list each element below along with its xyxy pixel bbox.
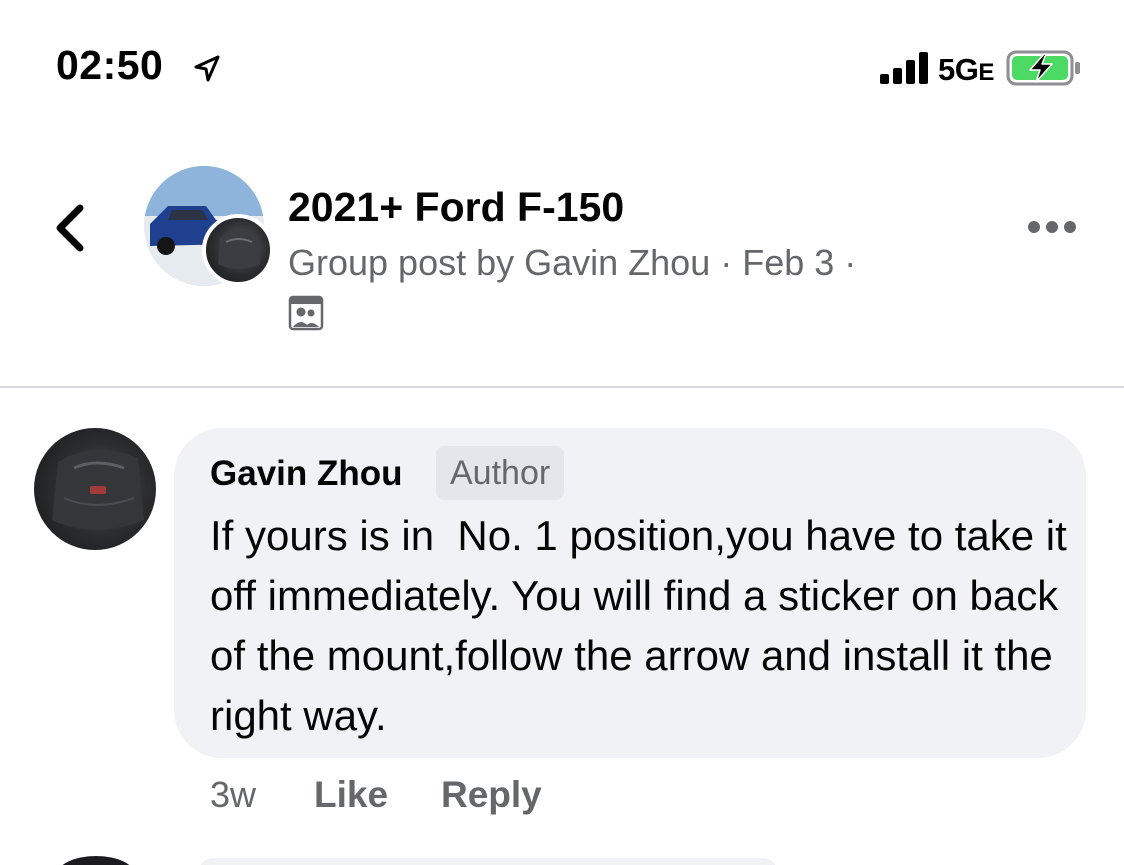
seat-photo [52, 449, 144, 530]
comment-bubble[interactable]: Gavin Zhou Author If yours is in No. 1 p… [174, 428, 1086, 758]
author-badge: Author [436, 446, 565, 500]
battery-charging-icon [1006, 50, 1080, 86]
location-arrow-icon [194, 55, 220, 82]
network-type: 5G [938, 52, 979, 87]
poster-avatar-small[interactable] [202, 214, 274, 286]
status-bar: 02:50 5GE [0, 0, 1124, 130]
comment-author-name[interactable]: Gavin Zhou [210, 454, 403, 494]
like-button[interactable]: Like [314, 774, 388, 816]
status-time: 02:50 [56, 42, 164, 88]
post-meta: Group post by Gavin Zhou · Feb 3 · [288, 242, 857, 283]
comment-timestamp[interactable]: 3w [210, 774, 256, 816]
more-options-icon[interactable] [1026, 218, 1078, 236]
post-header: 2021+ Ford F-150 Group post by Gavin Zho… [0, 130, 1124, 388]
next-comment-avatar [56, 856, 136, 865]
network-indicator: 5GE [938, 52, 994, 88]
back-chevron-icon[interactable] [50, 202, 90, 254]
reply-button[interactable]: Reply [441, 774, 542, 816]
cellular-signal-icon [880, 52, 928, 84]
comment-text: If yours is in No. 1 position,you have t… [210, 512, 1079, 739]
next-comment-bubble [198, 858, 778, 865]
seat-photo [218, 230, 260, 269]
comment-author-avatar[interactable] [34, 428, 156, 550]
network-suffix: E [978, 59, 994, 86]
group-members-icon [288, 295, 324, 331]
group-title[interactable]: 2021+ Ford F-150 [288, 184, 624, 231]
